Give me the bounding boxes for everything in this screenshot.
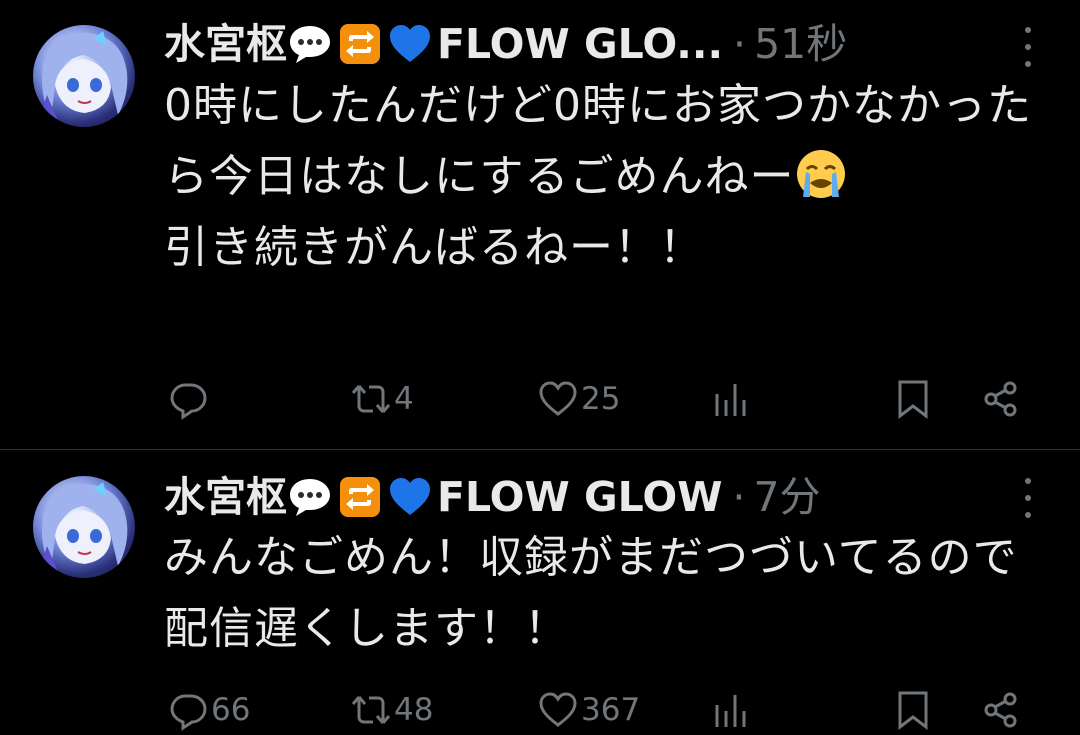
like-button[interactable]: 25 — [537, 374, 620, 424]
like-button[interactable]: 367 — [537, 685, 640, 735]
avatar[interactable] — [33, 25, 135, 127]
like-count: 25 — [581, 381, 621, 417]
retweet-count: 4 — [394, 381, 414, 417]
tweet-timestamp[interactable]: 51秒 — [754, 18, 847, 70]
author-name[interactable]: 水宮枢 FLOW GLO... — [164, 18, 723, 70]
blue-heart-icon — [387, 21, 433, 67]
bookmark-icon — [892, 689, 934, 731]
views-button[interactable] — [710, 374, 752, 424]
author-name-text[interactable]: 水宮枢 — [164, 18, 287, 70]
heart-icon — [537, 689, 579, 731]
more-icon[interactable] — [1020, 478, 1036, 518]
repeat-button-icon — [337, 474, 383, 520]
blue-heart-icon — [387, 474, 433, 520]
bookmark-button[interactable] — [892, 374, 934, 424]
tweet-text: 0時にしたんだけど0時にお家つかなかったら今日はなしにするごめんねー 引き続きが… — [164, 70, 1044, 283]
speech-balloon-icon — [287, 21, 333, 67]
speech-balloon-icon — [287, 474, 333, 520]
avatar[interactable] — [33, 476, 135, 578]
retweet-button[interactable]: 4 — [350, 374, 414, 424]
author-name-suffix[interactable]: FLOW GLOW — [437, 471, 722, 523]
retweet-count: 48 — [394, 692, 434, 728]
retweet-icon — [350, 689, 392, 731]
views-icon — [710, 689, 752, 731]
author-name-text[interactable]: 水宮枢 — [164, 471, 287, 523]
retweet-icon — [350, 378, 392, 420]
share-icon — [980, 378, 1022, 420]
tweet-actions: 4 25 — [0, 374, 1080, 424]
tweet-timestamp[interactable]: 7分 — [753, 471, 820, 523]
tweet-text: みんなごめん！収録がまだつづいてるので配信遅くします！！ — [164, 532, 1018, 654]
timeline-feed: 水宮枢 FLOW GLO... · 51秒 0時にしたんだけど0時にお家つかなか… — [0, 0, 1080, 731]
tweet[interactable]: 水宮枢 FLOW GLO... · 51秒 0時にしたんだけど0時にお家つかなか… — [0, 0, 1080, 449]
tweet-text-part: 0時にしたんだけど0時にお家つかなかったら今日はなしにするごめんねー — [164, 80, 1032, 202]
repeat-button-icon — [337, 21, 383, 67]
share-button[interactable] — [980, 374, 1022, 424]
loudly-crying-face-icon — [794, 147, 848, 201]
share-icon — [980, 689, 1022, 731]
author-name-suffix[interactable]: FLOW GLO... — [437, 18, 723, 70]
retweet-button[interactable]: 48 — [350, 685, 433, 735]
share-button[interactable] — [980, 685, 1022, 735]
separator-dot: · — [733, 20, 747, 68]
bookmark-button[interactable] — [892, 685, 934, 735]
reply-icon — [167, 378, 209, 420]
separator-dot: · — [732, 473, 746, 521]
author-name[interactable]: 水宮枢 FLOW GLOW — [164, 471, 722, 523]
like-count: 367 — [581, 692, 641, 728]
reply-button[interactable] — [167, 374, 211, 424]
tweet-header: 水宮枢 FLOW GLOW · 7分 — [164, 471, 821, 523]
reply-icon — [167, 689, 209, 731]
reply-count: 66 — [211, 692, 251, 728]
tweet[interactable]: 水宮枢 FLOW GLOW · 7分 みんなごめん！収録がまだつづいてるので配信… — [0, 450, 1080, 731]
views-button[interactable] — [710, 685, 752, 735]
tweet-actions: 66 48 367 — [0, 685, 1080, 735]
bookmark-icon — [892, 378, 934, 420]
tweet-text-part: 引き続きがんばるねー！！ — [164, 222, 704, 273]
heart-icon — [537, 378, 579, 420]
views-icon — [710, 378, 752, 420]
more-icon[interactable] — [1020, 27, 1036, 67]
reply-button[interactable]: 66 — [167, 685, 250, 735]
tweet-header: 水宮枢 FLOW GLO... · 51秒 — [164, 18, 847, 70]
